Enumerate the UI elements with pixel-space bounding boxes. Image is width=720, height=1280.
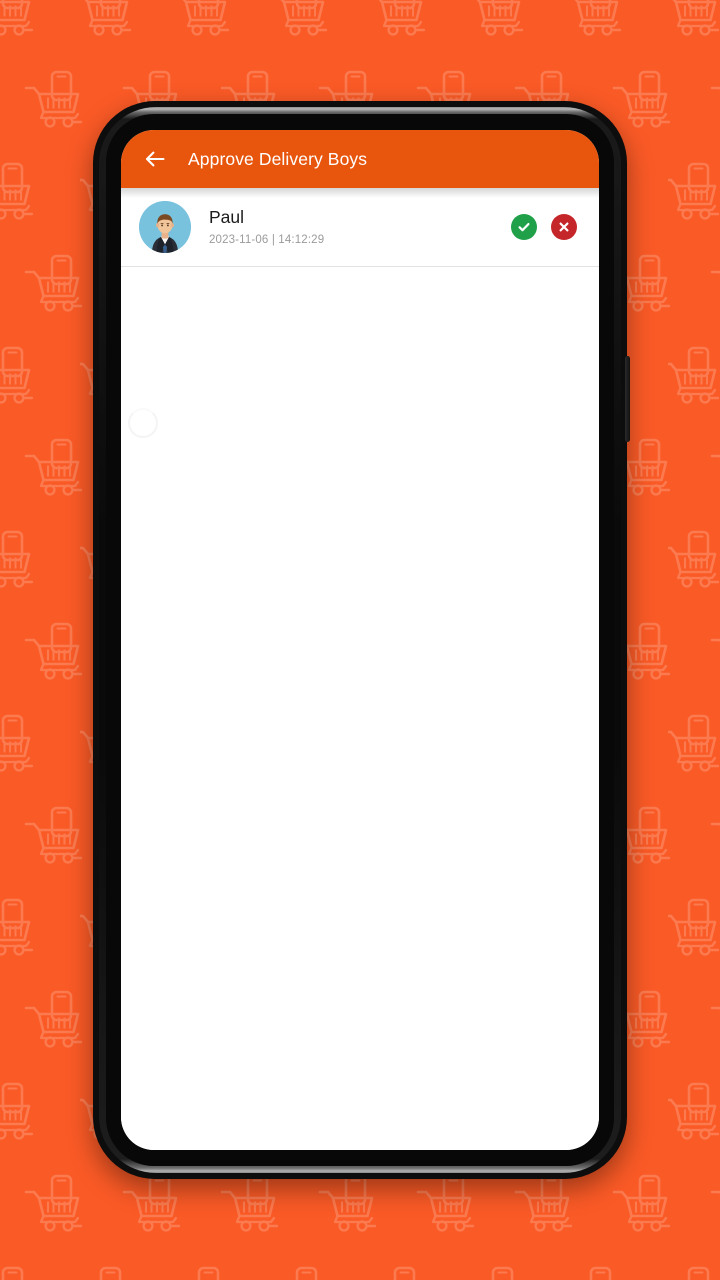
loading-spinner-icon [128,408,158,438]
approve-button[interactable] [511,213,537,240]
list-divider [121,266,599,267]
delivery-boy-name: Paul [209,207,245,228]
back-button[interactable] [138,142,172,176]
delivery-boys-list: Paul 2023-11-06 | 14:12:29 [121,188,599,1150]
request-timestamp: 2023-11-06 | 14:12:29 [209,233,325,246]
phone-screen: Approve Delivery Boys Paul 2023-11-06 | … [121,130,599,1150]
power-button[interactable] [625,356,630,442]
check-circle-icon [516,219,532,235]
arrow-left-icon [142,146,168,172]
app-bar-shadow [121,188,599,198]
avatar [139,200,191,253]
row-actions [511,213,581,240]
phone-device-frame: Approve Delivery Boys Paul 2023-11-06 | … [93,101,630,1179]
user-avatar-businessman-icon [139,200,191,253]
reject-button[interactable] [551,213,577,240]
page-title: Approve Delivery Boys [188,148,368,169]
app-bar: Approve Delivery Boys [121,130,599,188]
list-item-text: Paul 2023-11-06 | 14:12:29 [209,207,511,246]
close-circle-icon [556,219,572,235]
table-row[interactable]: Paul 2023-11-06 | 14:12:29 [121,188,599,266]
